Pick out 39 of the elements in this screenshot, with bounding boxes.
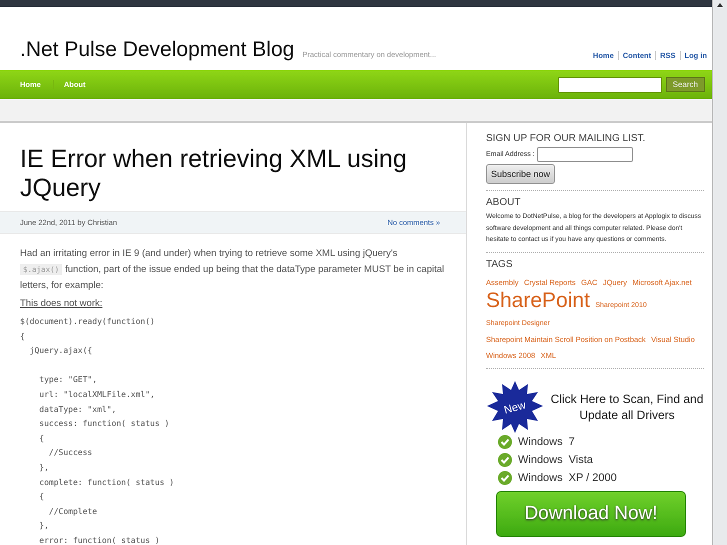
code-line: //Success xyxy=(48,447,94,460)
code-line: dataType: "xml", xyxy=(38,404,118,416)
post-title: IE Error when retrieving XML using JQuery xyxy=(19,144,408,204)
code-line: $(document).ready(function() xyxy=(20,316,156,328)
check-icon xyxy=(498,470,512,484)
os-name: Windows xyxy=(518,472,563,484)
code-line: error: function( status ) xyxy=(38,534,161,545)
check-icon xyxy=(498,434,512,448)
mailing-heading: SIGN UP FOR OUR MAILING LIST. xyxy=(486,133,646,144)
check-icon xyxy=(498,452,512,466)
code-line: success: function( status ) xyxy=(38,418,170,430)
post-note: This does not work: xyxy=(20,298,104,309)
os-name: Windows xyxy=(518,436,563,448)
site-title: .Net Pulse Development Blog xyxy=(20,38,294,62)
os-version: Vista xyxy=(568,454,593,466)
code-line: jQuery.ajax({ xyxy=(28,345,94,358)
scrollbar[interactable] xyxy=(712,0,727,545)
starburst-badge: New xyxy=(486,380,544,432)
download-button[interactable]: Download Now! xyxy=(496,490,686,536)
subscribe-button[interactable]: Subscribe now xyxy=(486,164,556,184)
os-version: 7 xyxy=(568,436,575,448)
code-line: //Complete xyxy=(48,506,98,518)
ad-headline[interactable]: Click Here to Scan, Find and Update all Drivers xyxy=(550,390,704,422)
code-line: { xyxy=(38,491,46,504)
os-name: Windows xyxy=(518,454,563,466)
search-button[interactable]: Search xyxy=(666,77,705,92)
code-line: }, xyxy=(38,520,50,532)
about-heading: ABOUT xyxy=(486,197,522,208)
search-field[interactable] xyxy=(558,76,662,92)
tag-link[interactable]: SharePoint xyxy=(486,288,590,312)
os-version: XP / 2000 xyxy=(568,472,617,484)
code-line: { xyxy=(20,330,26,343)
code-line: }, xyxy=(38,462,50,474)
email-field[interactable] xyxy=(536,147,633,162)
code-line: complete: function( status ) xyxy=(38,476,176,489)
code-line: { xyxy=(38,432,46,445)
tags-heading: TAGS xyxy=(486,258,514,270)
code-line: type: "GET", xyxy=(38,374,98,386)
code-line: url: "localXMLFile.xml", xyxy=(38,388,156,401)
